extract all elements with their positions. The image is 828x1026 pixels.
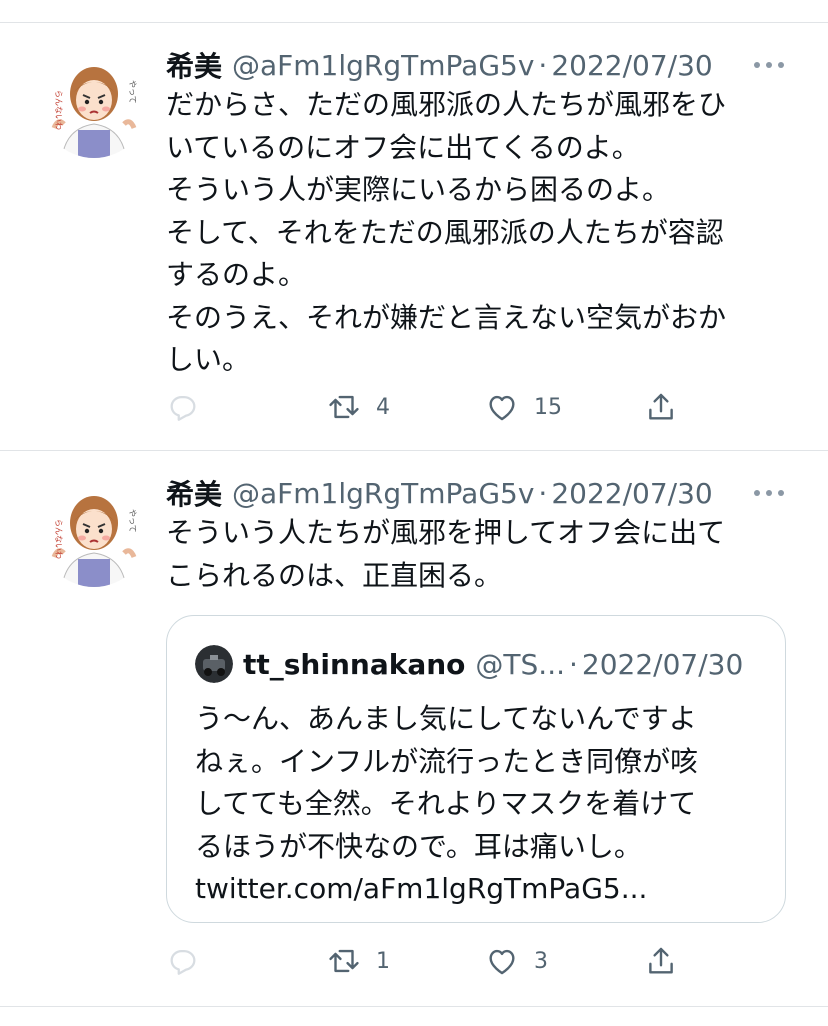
user-handle[interactable]: @aFm1lgRgTmPaG5v — [232, 49, 534, 82]
quote-user-handle[interactable]: @TS... — [475, 648, 565, 681]
more-icon[interactable] — [754, 488, 784, 498]
quote-line: してても全然。それよりマスクを着けて — [195, 787, 697, 820]
retweet-icon — [329, 949, 359, 973]
avatar-text-right: やって — [128, 80, 137, 104]
tweet-actions: 1 3 — [166, 941, 686, 981]
user-handle[interactable]: @aFm1lgRgTmPaG5v — [232, 477, 534, 510]
tweet-line: しい。 — [166, 343, 251, 376]
retweet-icon — [329, 395, 359, 419]
avatar-text-left: らんないわ — [54, 519, 63, 559]
display-name[interactable]: 希美 — [166, 45, 222, 85]
share-icon — [649, 393, 673, 420]
retweet-count: 4 — [376, 394, 390, 420]
avatar[interactable]: らんないわ やって — [40, 50, 148, 158]
reply-button[interactable] — [166, 941, 200, 981]
tweet-actions: 4 15 — [166, 387, 686, 427]
tweet-line: そのうえ、それが嫌だと言えない空気がおか — [166, 300, 727, 334]
reply-icon — [170, 395, 196, 421]
share-icon — [649, 947, 673, 974]
quote-line: ねぇ。インフルが流行ったとき同僚が咳 — [195, 744, 699, 778]
tweet-line: いているのにオフ会に出てくるのよ。 — [166, 130, 640, 164]
tweet-2[interactable]: らんないわ やって 希美 @aFm1lgRgTmPaG5v · 2022/07/… — [0, 451, 828, 1003]
tweet-line: そういう人たちが風邪を押してオフ会に出て — [166, 516, 726, 549]
separator-dot: · — [538, 48, 548, 82]
like-count: 3 — [534, 948, 548, 974]
separator-dot: · — [538, 476, 548, 510]
tweet-line: そして、それをただの風邪派の人たちが容認 — [166, 215, 724, 249]
reply-icon — [170, 949, 196, 975]
quote-text: う〜ん、あんまし気にしてないんですよ ねぇ。インフルが流行ったとき同僚が咳 して… — [195, 698, 775, 911]
quote-display-name[interactable]: tt_shinnakano — [243, 648, 465, 681]
tweet-header: 希美 @aFm1lgRgTmPaG5v · 2022/07/30 — [166, 473, 828, 513]
timestamp[interactable]: 2022/07/30 — [551, 477, 712, 510]
like-button[interactable]: 3 — [484, 941, 548, 981]
avatar[interactable]: らんないわ やって — [40, 479, 148, 587]
quote-header: tt_shinnakano @TS... · 2022/07/30 — [195, 644, 775, 684]
more-icon[interactable] — [754, 60, 784, 70]
share-button[interactable] — [644, 941, 678, 981]
tweet-text: そういう人たちが風邪を押してオフ会に出て こられるのは、正直困る。 — [166, 512, 786, 597]
retweet-button[interactable]: 1 — [326, 941, 390, 981]
bottom-divider — [0, 1006, 828, 1007]
quote-timestamp[interactable]: 2022/07/30 — [582, 648, 743, 681]
tweet-text: だからさ、ただの風邪派の人たちが風邪をひ いているのにオフ会に出てくるのよ。 そ… — [166, 84, 786, 382]
tweet-1[interactable]: らんないわ やって 希美 @aFm1lgRgTmPaG5v · 2022/07/… — [0, 0, 828, 450]
like-icon — [489, 949, 515, 975]
separator-dot: · — [569, 647, 578, 681]
timestamp[interactable]: 2022/07/30 — [551, 49, 712, 82]
quote-line: う〜ん、あんまし気にしてないんですよ — [195, 702, 697, 735]
like-icon — [489, 395, 515, 421]
retweet-count: 1 — [376, 948, 390, 974]
avatar-text-left: らんないわ — [54, 90, 63, 130]
quote-avatar[interactable] — [195, 645, 233, 683]
quote-line: るほうが不快なので。耳は痛いし。 — [195, 829, 642, 863]
tweet-line: こられるのは、正直困る。 — [166, 558, 503, 592]
retweet-button[interactable]: 4 — [326, 387, 390, 427]
tweet-line: するのよ。 — [166, 258, 307, 291]
like-count: 15 — [534, 394, 562, 420]
tweet-header: 希美 @aFm1lgRgTmPaG5v · 2022/07/30 — [166, 45, 828, 85]
quoted-tweet[interactable]: tt_shinnakano @TS... · 2022/07/30 う〜ん、あん… — [166, 615, 786, 923]
display-name[interactable]: 希美 — [166, 473, 222, 513]
avatar-text-right: やって — [128, 509, 137, 533]
reply-button[interactable] — [166, 387, 200, 427]
like-button[interactable]: 15 — [484, 387, 562, 427]
tweet-line: そういう人が実際にいるから困るのよ。 — [166, 173, 671, 206]
share-button[interactable] — [644, 387, 678, 427]
quote-link[interactable]: twitter.com/aFm1lgRgTmPaG5... — [195, 868, 775, 911]
tweet-line: だからさ、ただの風邪派の人たちが風邪をひ — [166, 88, 727, 121]
